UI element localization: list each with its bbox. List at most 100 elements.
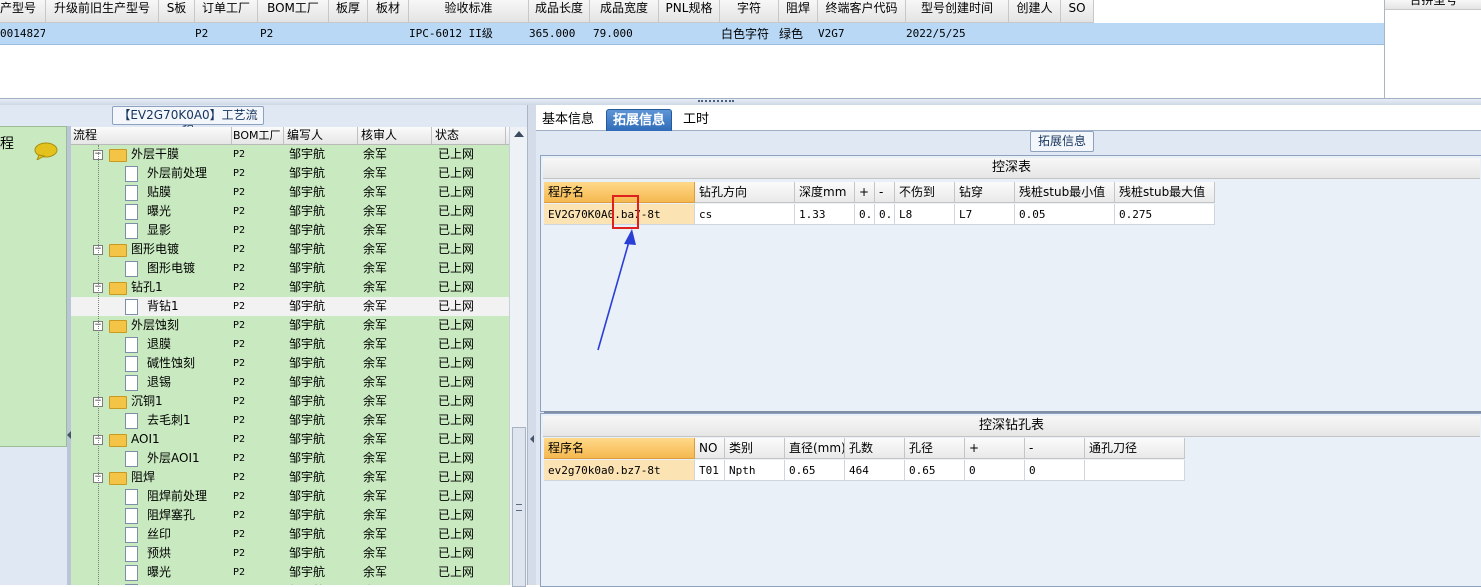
- tree-row[interactable]: 去毛刺1 P2 邹宇航 余军 已上网: [71, 411, 509, 430]
- tree-row[interactable]: 退锡 P2 邹宇航 余军 已上网: [71, 373, 509, 392]
- product-row-selected[interactable]: 0014827 P2 P2 IPC-6012 II级 365.000 79.00…: [0, 23, 1384, 45]
- depth-col-through[interactable]: 钻穿: [955, 182, 1015, 203]
- drill-cell-through-tool[interactable]: [1085, 460, 1185, 481]
- drill-cell-count[interactable]: 464: [845, 460, 905, 481]
- tree-row[interactable]: − 外层蚀刻 P2 邹宇航 余军 已上网: [71, 316, 509, 335]
- depth-col-no-damage[interactable]: 不伤到: [895, 182, 955, 203]
- drill-col-program[interactable]: 程序名: [544, 438, 695, 459]
- tree-row[interactable]: − AOI1 P2 邹宇航 余军 已上网: [71, 430, 509, 449]
- tree-row[interactable]: 碱性蚀刻 P2 邹宇航 余军 已上网: [71, 354, 509, 373]
- col-model[interactable]: 产型号: [0, 0, 46, 22]
- col-character[interactable]: 字符: [720, 0, 779, 22]
- depth-cell-through[interactable]: L7: [955, 204, 1015, 225]
- tree-row[interactable]: − 阻焊 P2 邹宇航 余军 已上网: [71, 468, 509, 487]
- tree-row[interactable]: 丝印 P2 邹宇航 余军 已上网: [71, 525, 509, 544]
- scroll-thumb[interactable]: [512, 427, 526, 587]
- tree-node-label: 背钻1: [147, 299, 179, 313]
- tree-row[interactable]: 背钻1 P2 邹宇航 余军 已上网: [71, 297, 509, 316]
- tree-cell-status: 已上网: [438, 546, 475, 560]
- tree-row[interactable]: 阻焊塞孔 P2 邹宇航 余军 已上网: [71, 506, 509, 525]
- depth-col-direction[interactable]: 钻孔方向: [695, 182, 795, 203]
- col-customer-code[interactable]: 终端客户代码: [818, 0, 906, 22]
- drill-col-no[interactable]: NO: [695, 438, 725, 459]
- col-created-time[interactable]: 型号创建时间: [906, 0, 1009, 22]
- tree-row[interactable]: 预烘 P2 邹宇航 余军 已上网: [71, 544, 509, 563]
- depth-col-depth[interactable]: 深度mm: [795, 182, 855, 203]
- drill-cell-hole-size[interactable]: 0.65: [905, 460, 965, 481]
- drill-col-through-tool[interactable]: 通孔刀径: [1085, 438, 1185, 459]
- drill-col-type[interactable]: 类别: [725, 438, 785, 459]
- tree-row[interactable]: 贴膜 P2 邹宇航 余军 已上网: [71, 183, 509, 202]
- tree-scrollbar[interactable]: [509, 127, 527, 587]
- col-order-factory[interactable]: 订单工厂: [195, 0, 258, 22]
- col-so[interactable]: SO: [1061, 0, 1094, 22]
- tree-row[interactable]: − 外层干膜 P2 邹宇航 余军 已上网: [71, 145, 509, 164]
- col-solder-mask[interactable]: 阻焊: [779, 0, 818, 22]
- tree-row[interactable]: 阻焊前处理 P2 邹宇航 余军 已上网: [71, 487, 509, 506]
- col-thickness[interactable]: 板厚: [329, 0, 368, 22]
- tree-cell-bom: P2: [233, 377, 246, 388]
- drill-col-minus[interactable]: -: [1025, 438, 1085, 459]
- depth-col-stub-min[interactable]: 残桩stub最小值: [1015, 182, 1115, 203]
- tree-col-bom[interactable]: BOM工厂: [231, 127, 284, 144]
- tree-cell-bom: P2: [233, 263, 246, 274]
- tree-cell-bom: P2: [233, 434, 246, 445]
- tree-row[interactable]: 显影 P2 邹宇航 余军 已上网: [71, 221, 509, 240]
- tree-cell-author: 邹宇航: [289, 413, 326, 427]
- tree-col-status[interactable]: 状态: [433, 127, 506, 144]
- drill-cell-diameter[interactable]: 0.65: [785, 460, 845, 481]
- col-width[interactable]: 成品宽度: [590, 0, 659, 22]
- tree-node-label: 阻焊塞孔: [147, 508, 196, 522]
- drill-cell-plus[interactable]: 0: [965, 460, 1025, 481]
- merged-models-panel: 合拼型号: [1384, 0, 1481, 98]
- tree-col-flow[interactable]: 流程: [71, 127, 232, 144]
- depth-col-minus[interactable]: -: [875, 182, 895, 203]
- tree-row[interactable]: 图形电镀 P2 邹宇航 余军 已上网: [71, 259, 509, 278]
- col-pnl[interactable]: PNL规格: [659, 0, 720, 22]
- tree-col-author[interactable]: 编写人: [285, 127, 358, 144]
- tree-row[interactable]: 退膜 P2 邹宇航 余军 已上网: [71, 335, 509, 354]
- depth-cell-plus[interactable]: 0...: [855, 204, 875, 225]
- drill-cell-program[interactable]: ev2g70k0a0.bz7-8t: [544, 460, 695, 481]
- depth-cell-stub-min[interactable]: 0.05: [1015, 204, 1115, 225]
- drill-cell-no[interactable]: T01: [695, 460, 725, 481]
- document-icon: [125, 527, 138, 543]
- depth-cell-direction[interactable]: cs: [695, 204, 795, 225]
- depth-col-stub-max[interactable]: 残桩stub最大值: [1115, 182, 1215, 203]
- tree-cell-reviewer: 余军: [363, 565, 388, 579]
- col-material[interactable]: 板材: [368, 0, 409, 22]
- drill-col-count[interactable]: 孔数: [845, 438, 905, 459]
- tree-row[interactable]: 曝光 P2 邹宇航 余军 已上网: [71, 202, 509, 221]
- tree-row[interactable]: 外层AOI1 P2 邹宇航 余军 已上网: [71, 449, 509, 468]
- depth-cell-minus[interactable]: 0...: [875, 204, 895, 225]
- col-old-model[interactable]: 升级前旧生产型号: [46, 0, 159, 22]
- tree-row[interactable]: − 沉铜1 P2 邹宇航 余军 已上网: [71, 392, 509, 411]
- tree-node-label: 曝光: [147, 204, 172, 218]
- depth-cell-no-damage[interactable]: L8: [895, 204, 955, 225]
- col-length[interactable]: 成品长度: [529, 0, 590, 22]
- col-bom-factory[interactable]: BOM工厂: [258, 0, 329, 22]
- drill-col-hole-size[interactable]: 孔径: [905, 438, 965, 459]
- tree-row[interactable]: − 图形电镀 P2 邹宇航 余军 已上网: [71, 240, 509, 259]
- depth-col-plus[interactable]: +: [855, 182, 875, 203]
- cell-width: 79.000: [593, 27, 633, 40]
- drill-cell-minus[interactable]: 0: [1025, 460, 1085, 481]
- col-acceptance[interactable]: 验收标准: [409, 0, 529, 22]
- tree-row[interactable]: − 钻孔1 P2 邹宇航 余军 已上网: [71, 278, 509, 297]
- drill-cell-type[interactable]: Npth: [725, 460, 785, 481]
- tree-node-label: 退锡: [147, 375, 172, 389]
- tree-row[interactable]: 曝光 P2 邹宇航 余军 已上网: [71, 563, 509, 582]
- comment-bubble-icon[interactable]: [34, 142, 58, 160]
- drill-col-plus[interactable]: +: [965, 438, 1025, 459]
- tab-work-hours[interactable]: 工时: [677, 109, 715, 130]
- tree-col-reviewer[interactable]: 核审人: [359, 127, 432, 144]
- drill-col-diameter[interactable]: 直径(mm): [785, 438, 845, 459]
- depth-cell-stub-max[interactable]: 0.275: [1115, 204, 1215, 225]
- scroll-up-icon[interactable]: [514, 131, 524, 137]
- tab-extended-info[interactable]: 拓展信息: [606, 109, 673, 131]
- tab-basic-info[interactable]: 基本信息: [536, 109, 600, 130]
- col-s-board[interactable]: S板: [159, 0, 195, 22]
- tree-row[interactable]: 外层前处理 P2 邹宇航 余军 已上网: [71, 164, 509, 183]
- col-creator[interactable]: 创建人: [1009, 0, 1061, 22]
- depth-cell-depth[interactable]: 1.33: [795, 204, 855, 225]
